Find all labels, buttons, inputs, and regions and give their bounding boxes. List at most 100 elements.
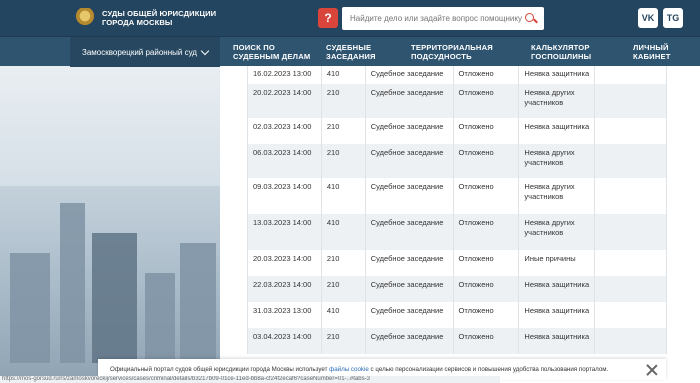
- hearing-datetime: 03.04.2023 14:00: [247, 328, 322, 354]
- logo-text: СУДЫ ОБЩЕЙ ЮРИСДИКЦИИ ГОРОДА МОСКВЫ: [102, 9, 216, 27]
- hearing-type: Судебное заседание: [365, 66, 454, 84]
- court-selector[interactable]: Замоскворецкий районный суд: [70, 37, 220, 67]
- hearing-datetime: 09.03.2023 14:00: [247, 178, 322, 214]
- cookie-link[interactable]: файлы cookie: [329, 366, 369, 373]
- cookie-text-before: Официальный портал судов общей юрисдикци…: [110, 366, 330, 373]
- cookie-text: Официальный портал судов общей юрисдикци…: [110, 366, 608, 373]
- nav-label: КАБИНЕТ: [633, 52, 671, 61]
- hearings-table: 16.02.2023 13:00 410 Судебное заседание Отл…: [247, 66, 667, 354]
- hearing-result: Отложено: [453, 302, 520, 328]
- chevron-down-icon: [200, 46, 210, 56]
- hearing-type: Судебное заседание: [365, 328, 454, 354]
- hearing-datetime: 13.03.2023 14:00: [247, 214, 322, 250]
- logo-line2: ГОРОДА МОСКВЫ: [102, 18, 173, 27]
- nav-account[interactable]: ЛИЧНЫЙ КАБИНЕТ: [633, 43, 671, 61]
- hearing-room: 210: [321, 276, 366, 302]
- nav-label: ПОДСУДНОСТЬ: [411, 52, 472, 61]
- nav-label: ЗАСЕДАНИЯ: [326, 52, 376, 61]
- status-bar-url: https://mos-gorsud.ru/rs/zamoskvoreckij/…: [0, 376, 500, 383]
- hearing-datetime: 06.03.2023 14:00: [247, 144, 322, 178]
- hearing-room: 210: [321, 250, 366, 276]
- nav-label: ЛИЧНЫЙ: [633, 43, 669, 52]
- help-button[interactable]: ?: [318, 8, 338, 28]
- hearing-reason: Иные причины: [518, 250, 596, 276]
- hearing-type: Судебное заседание: [365, 144, 454, 178]
- table-row: 03.04.2023 14:00 210 Судебное заседание Отл…: [247, 328, 667, 354]
- table-cell-empty: [594, 250, 667, 276]
- table-row: 20.03.2023 14:00 210 Судебное заседание Отл…: [247, 250, 667, 276]
- hearing-datetime: 20.02.2023 14:00: [247, 84, 322, 118]
- main-nav: Замоскворецкий районный суд ПОИСК ПО СУД…: [0, 36, 700, 67]
- hearing-reason: Неявка защитника: [518, 66, 596, 84]
- hearing-reason: Неявка защитника: [518, 328, 596, 354]
- hearing-type: Судебное заседание: [365, 276, 454, 302]
- hearing-datetime: 20.03.2023 14:00: [247, 250, 322, 276]
- hearings-panel: 16.02.2023 13:00 410 Судебное заседание Отл…: [220, 66, 700, 383]
- nav-label: ТЕРРИТОРИАЛЬНАЯ: [411, 43, 493, 52]
- table-row: 02.03.2023 14:00 210 Судебное заседание Отл…: [247, 118, 667, 144]
- cookie-text-after: с целью персонализации сервисов и повыше…: [368, 366, 609, 373]
- table-row: 09.03.2023 14:00 410 Судебное заседание Отл…: [247, 178, 667, 214]
- hearing-room: 210: [321, 118, 366, 144]
- hearing-type: Судебное заседание: [365, 178, 454, 214]
- hearing-result: Отложено: [453, 178, 520, 214]
- table-cell-empty: [594, 214, 667, 250]
- building: [92, 233, 137, 363]
- hearing-type: Судебное заседание: [365, 302, 454, 328]
- table-row: 06.03.2023 14:00 210 Судебное заседание Отл…: [247, 144, 667, 178]
- hearing-reason: Неявка других участников: [518, 214, 596, 250]
- table-cell-empty: [594, 118, 667, 144]
- hearing-room: 410: [321, 178, 366, 214]
- hearing-type: Судебное заседание: [365, 214, 454, 250]
- nav-case-search[interactable]: ПОИСК ПО СУДЕБНЫМ ДЕЛАМ: [233, 43, 310, 61]
- hearing-room: 210: [321, 328, 366, 354]
- hearing-room: 410: [321, 214, 366, 250]
- nav-label: ПОИСК ПО: [233, 43, 276, 52]
- search-box[interactable]: [342, 7, 544, 30]
- hearing-result: Отложено: [453, 276, 520, 302]
- hearing-reason: Неявка других участников: [518, 84, 596, 118]
- table-cell-empty: [594, 144, 667, 178]
- table-cell-empty: [594, 66, 667, 84]
- hearing-result: Отложено: [453, 250, 520, 276]
- logo-line1: СУДЫ ОБЩЕЙ ЮРИСДИКЦИИ: [102, 9, 217, 18]
- building: [60, 203, 85, 363]
- hearing-type: Судебное заседание: [365, 118, 454, 144]
- nav-jurisdiction[interactable]: ТЕРРИТОРИАЛЬНАЯ ПОДСУДНОСТЬ: [411, 43, 493, 61]
- hearing-room: 410: [321, 66, 366, 84]
- hearing-reason: Неявка защитника: [518, 302, 596, 328]
- table-cell-empty: [594, 302, 667, 328]
- close-icon[interactable]: [644, 362, 660, 378]
- search-input[interactable]: [350, 14, 524, 23]
- site-logo[interactable]: СУДЫ ОБЩЕЙ ЮРИСДИКЦИИ ГОРОДА МОСКВЫ: [76, 8, 216, 28]
- search-icon[interactable]: [524, 12, 538, 26]
- hearing-result: Отложено: [453, 144, 520, 178]
- table-row: 16.02.2023 13:00 410 Судебное заседание Отл…: [247, 66, 667, 84]
- vk-icon[interactable]: VK: [638, 8, 658, 28]
- table-row: 22.03.2023 14:00 210 Судебное заседание Отл…: [247, 276, 667, 302]
- nav-label: СУДЕБНЫЕ: [326, 43, 372, 52]
- hearing-datetime: 16.02.2023 13:00: [247, 66, 322, 84]
- hearing-reason: Неявка других участников: [518, 178, 596, 214]
- hearing-reason: Неявка защитника: [518, 276, 596, 302]
- coat-of-arms-icon: [76, 8, 94, 28]
- nav-hearings[interactable]: СУДЕБНЫЕ ЗАСЕДАНИЯ: [326, 43, 376, 61]
- table-row: 20.02.2023 14:00 210 Судебное заседание Отл…: [247, 84, 667, 118]
- table-cell-empty: [594, 178, 667, 214]
- hearing-result: Отложено: [453, 214, 520, 250]
- table-cell-empty: [594, 84, 667, 118]
- court-selector-label: Замоскворецкий районный суд: [82, 47, 197, 57]
- hearing-type: Судебное заседание: [365, 250, 454, 276]
- table-row: 31.03.2023 13:00 410 Судебное заседание Отл…: [247, 302, 667, 328]
- telegram-icon[interactable]: TG: [663, 8, 683, 28]
- hearing-result: Отложено: [453, 66, 520, 84]
- hearing-result: Отложено: [453, 84, 520, 118]
- hearing-reason: Неявка других участников: [518, 144, 596, 178]
- hearing-datetime: 22.03.2023 14:00: [247, 276, 322, 302]
- nav-fee-calculator[interactable]: КАЛЬКУЛЯТОР ГОСПОШЛИНЫ: [531, 43, 591, 61]
- site-header: СУДЫ ОБЩЕЙ ЮРИСДИКЦИИ ГОРОДА МОСКВЫ ? VK…: [0, 0, 700, 36]
- building: [10, 253, 50, 363]
- table-cell-empty: [594, 328, 667, 354]
- building: [180, 243, 216, 363]
- building: [145, 273, 175, 363]
